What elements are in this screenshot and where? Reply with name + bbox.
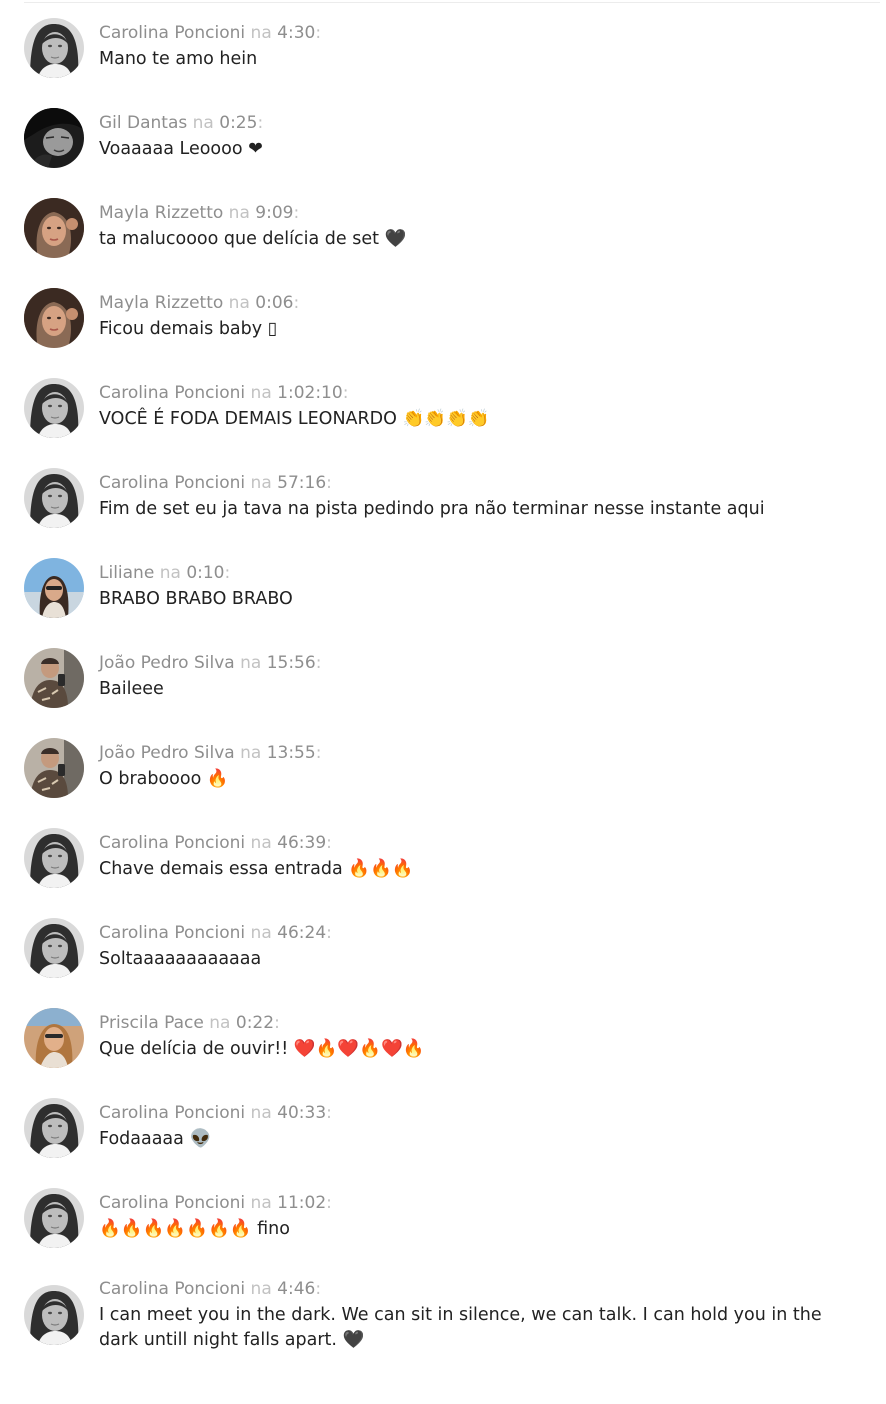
- comment-colon: :: [315, 1279, 322, 1299]
- avatar[interactable]: [24, 1008, 84, 1068]
- comment-at-label: na: [250, 473, 272, 493]
- comment-author[interactable]: Liliane: [99, 563, 154, 583]
- comment-colon: :: [257, 113, 264, 133]
- comment-text: VOCÊ É FODA DEMAIS LEONARDO 👏👏👏👏: [99, 409, 490, 429]
- comment-text: Fim de set eu ja tava na pista pedindo p…: [99, 499, 765, 519]
- comment-at-label: na: [228, 293, 250, 313]
- comment-timestamp[interactable]: 1:02:10: [277, 383, 343, 403]
- comment-author[interactable]: Carolina Poncioni: [99, 1279, 245, 1299]
- comment-colon: :: [315, 653, 322, 673]
- comment-author[interactable]: Carolina Poncioni: [99, 923, 245, 943]
- comment-colon: :: [326, 473, 332, 493]
- comment-author[interactable]: Mayla Rizzetto: [99, 293, 223, 313]
- comment-timestamp[interactable]: 15:56: [267, 653, 316, 673]
- top-divider: [24, 2, 880, 3]
- avatar[interactable]: [24, 288, 84, 348]
- comment-colon: :: [224, 563, 231, 583]
- comment-at-label: na: [159, 563, 181, 583]
- comment-timestamp[interactable]: 11:02: [277, 1193, 326, 1213]
- comment-text: 🔥🔥🔥🔥🔥🔥🔥 fino: [99, 1219, 290, 1239]
- comment-text: Ficou demais baby ▯: [99, 319, 278, 339]
- comment-colon: :: [326, 1103, 332, 1123]
- avatar[interactable]: [24, 18, 84, 78]
- comment-timestamp[interactable]: 4:30: [277, 23, 315, 43]
- avatar[interactable]: [24, 198, 84, 258]
- comment-timestamp[interactable]: 0:25: [219, 113, 257, 133]
- comment-author[interactable]: Carolina Poncioni: [99, 833, 245, 853]
- comment-timestamp[interactable]: 57:16: [277, 473, 326, 493]
- comment-at-label: na: [228, 203, 250, 223]
- comment-text: I can meet you in the dark. We can sit i…: [99, 1305, 822, 1350]
- comment-author[interactable]: João Pedro Silva: [99, 743, 235, 763]
- comment-text: Mano te amo hein: [99, 49, 258, 69]
- avatar[interactable]: [24, 918, 84, 978]
- comment-author[interactable]: Gil Dantas: [99, 113, 187, 133]
- comment-at-label: na: [250, 833, 272, 853]
- comment-text: BRABO BRABO BRABO: [99, 589, 293, 609]
- comment-timestamp[interactable]: 46:24: [277, 923, 326, 943]
- comment-at-label: na: [250, 383, 272, 403]
- comment-at-label: na: [240, 653, 262, 673]
- comment-author[interactable]: Carolina Poncioni: [99, 1103, 245, 1123]
- comment-author[interactable]: Carolina Poncioni: [99, 23, 245, 43]
- comment-timestamp[interactable]: 40:33: [277, 1103, 326, 1123]
- comment-text: Voaaaaa Leoooo ❤: [99, 139, 263, 159]
- comment-colon: :: [326, 923, 332, 943]
- comment-at-label: na: [192, 113, 214, 133]
- comment-colon: :: [326, 833, 332, 853]
- comment-author[interactable]: Carolina Poncioni: [99, 473, 245, 493]
- comment-timestamp[interactable]: 13:55: [267, 743, 316, 763]
- comment-at-label: na: [250, 23, 272, 43]
- comment-colon: :: [274, 1013, 280, 1033]
- comment-text: Soltaaaaaaaaaaaa: [99, 949, 262, 969]
- comment-timestamp[interactable]: 46:39: [277, 833, 326, 853]
- comment-colon: :: [293, 293, 300, 313]
- comment-colon: :: [315, 743, 322, 763]
- comment-timestamp[interactable]: 4:46: [277, 1279, 315, 1299]
- avatar[interactable]: [24, 378, 84, 438]
- comment-text: Que delícia de ouvir!! ❤️🔥❤️🔥❤️🔥: [99, 1039, 425, 1059]
- avatar[interactable]: [24, 468, 84, 528]
- comment-at-label: na: [209, 1013, 231, 1033]
- comment-text: ta malucoooo que delícia de set 🖤: [99, 229, 407, 249]
- comment-colon: :: [315, 23, 322, 43]
- comment-at-label: na: [240, 743, 262, 763]
- comment-text: Fodaaaaa 👽: [99, 1129, 212, 1149]
- comment-text: Chave demais essa entrada 🔥🔥🔥: [99, 859, 414, 879]
- comment-author[interactable]: Priscila Pace: [99, 1013, 204, 1033]
- comment-timestamp[interactable]: 0:06: [255, 293, 293, 313]
- avatar[interactable]: [24, 828, 84, 888]
- comment-colon: :: [326, 1193, 332, 1213]
- comment-author[interactable]: João Pedro Silva: [99, 653, 235, 673]
- comment-text: Baileee: [99, 679, 164, 699]
- avatar[interactable]: [24, 108, 84, 168]
- comment-author[interactable]: Carolina Poncioni: [99, 383, 245, 403]
- comment-at-label: na: [250, 923, 272, 943]
- comment-at-label: na: [250, 1103, 272, 1123]
- comment-at-label: na: [250, 1279, 272, 1299]
- comment-author[interactable]: Mayla Rizzetto: [99, 203, 223, 223]
- comment-colon: :: [293, 203, 300, 223]
- comment-at-label: na: [250, 1193, 272, 1213]
- comment-timestamp[interactable]: 9:09: [255, 203, 293, 223]
- avatar[interactable]: [24, 738, 84, 798]
- comment-timestamp[interactable]: 0:22: [236, 1013, 274, 1033]
- avatar[interactable]: [24, 558, 84, 618]
- avatar[interactable]: [24, 1188, 84, 1248]
- avatar[interactable]: [24, 648, 84, 708]
- comment-timestamp[interactable]: 0:10: [186, 563, 224, 583]
- comment-colon: :: [342, 383, 349, 403]
- avatar[interactable]: [24, 1098, 84, 1158]
- comment-text: O braboooo 🔥: [99, 769, 229, 789]
- avatar[interactable]: [24, 1285, 84, 1345]
- comment-author[interactable]: Carolina Poncioni: [99, 1193, 245, 1213]
